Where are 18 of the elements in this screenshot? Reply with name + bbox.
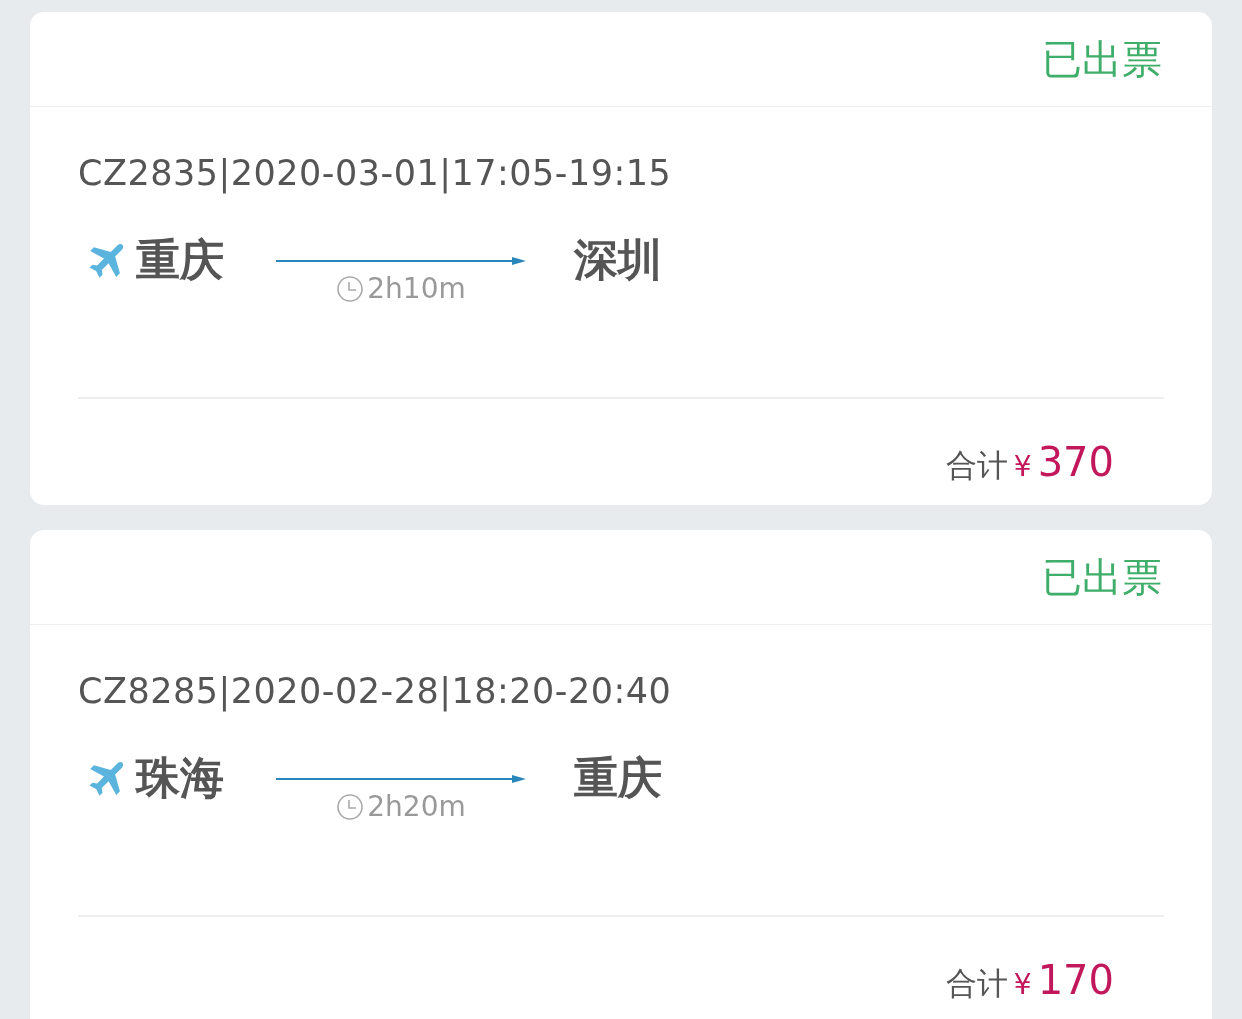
currency-symbol: ¥ bbox=[1013, 450, 1032, 483]
arrival-city: 重庆 bbox=[574, 751, 663, 805]
ticket-status: 已出票 bbox=[1042, 34, 1162, 84]
departure-city: 珠海 bbox=[136, 751, 225, 805]
clock-icon bbox=[336, 792, 365, 821]
ticket-status: 已出票 bbox=[1042, 552, 1162, 602]
arrival-city: 深圳 bbox=[574, 233, 663, 287]
clock-icon bbox=[336, 274, 365, 303]
total-price: 370 bbox=[1037, 439, 1114, 485]
flight-duration: 2h10m bbox=[367, 272, 466, 305]
total-label: 合计 bbox=[945, 964, 1008, 1003]
flight-info: CZ2835|2020-03-01|17:05-19:15 bbox=[78, 152, 673, 195]
total-price: 170 bbox=[1037, 957, 1114, 1003]
total-label: 合计 bbox=[945, 446, 1008, 485]
departure-city: 重庆 bbox=[136, 233, 225, 287]
currency-symbol: ¥ bbox=[1013, 968, 1032, 1001]
flight-info: CZ8285|2020-02-28|18:20-20:40 bbox=[78, 670, 673, 713]
flight-duration: 2h20m bbox=[367, 790, 466, 823]
